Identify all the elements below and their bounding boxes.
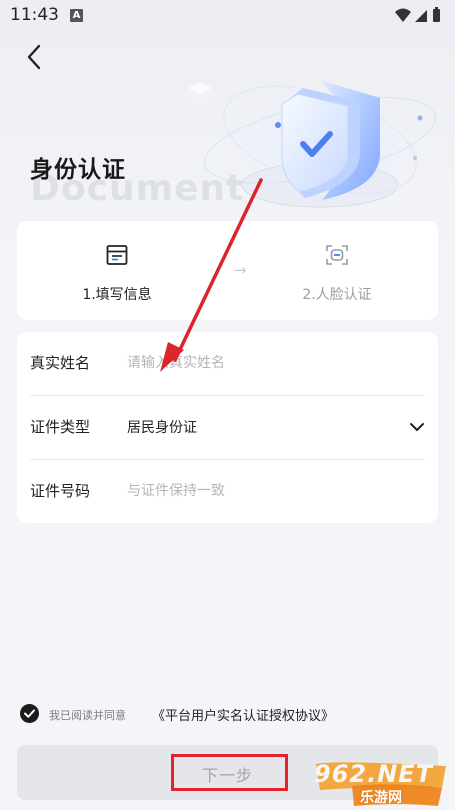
highlight-box — [171, 754, 288, 791]
id-number-input[interactable] — [127, 477, 397, 505]
battery-icon — [433, 7, 440, 22]
wifi-icon — [395, 8, 411, 22]
id-type-select[interactable]: 证件类型 居民身份证 — [17, 396, 438, 459]
page-title: 身份认证 — [30, 157, 126, 183]
watermark-main: 962.NET — [314, 760, 434, 788]
status-icons — [393, 6, 443, 30]
step-face-auth: 2.人脸认证 — [262, 221, 412, 320]
step-label: 2.人脸认证 — [302, 287, 372, 303]
identity-form: 真实姓名 证件类型 居民身份证 证件号码 — [17, 332, 438, 523]
chevron-down-icon — [410, 423, 424, 431]
status-bar: 11:43 A — [0, 0, 455, 32]
signal-icon — [415, 10, 427, 22]
step-fill-info: 1.填写信息 — [42, 221, 192, 320]
form-doc-icon — [106, 245, 128, 265]
id-type-value: 居民身份证 — [127, 420, 197, 436]
check-icon — [24, 709, 35, 718]
steps-card: 1.填写信息 → 2.人脸认证 — [17, 221, 438, 320]
step-label: 1.填写信息 — [82, 287, 152, 303]
agreement-checkbox[interactable] — [20, 704, 39, 723]
name-label: 真实姓名 — [30, 354, 91, 372]
form-row-id-number: 证件号码 — [17, 460, 438, 523]
site-watermark: 962.NET 乐游网 — [314, 760, 452, 808]
real-name-input[interactable] — [127, 349, 397, 377]
back-button[interactable] — [18, 40, 50, 74]
chevron-left-icon — [27, 44, 41, 70]
face-scan-icon — [326, 245, 348, 265]
agreement-link[interactable]: 《平台用户实名认证授权协议》 — [152, 705, 334, 724]
form-row-name: 真实姓名 — [17, 332, 438, 395]
id-number-label: 证件号码 — [30, 482, 91, 500]
notification-a-icon: A — [70, 9, 83, 22]
watermark-sub: 乐游网 — [360, 790, 402, 806]
status-time: 11:43 — [10, 5, 59, 25]
arrow-right-icon: → — [234, 261, 247, 279]
id-type-label: 证件类型 — [30, 418, 91, 436]
agreement-row: 我已阅读并同意 《平台用户实名认证授权协议》 — [20, 704, 440, 726]
agreement-text: 我已阅读并同意 — [49, 709, 126, 722]
